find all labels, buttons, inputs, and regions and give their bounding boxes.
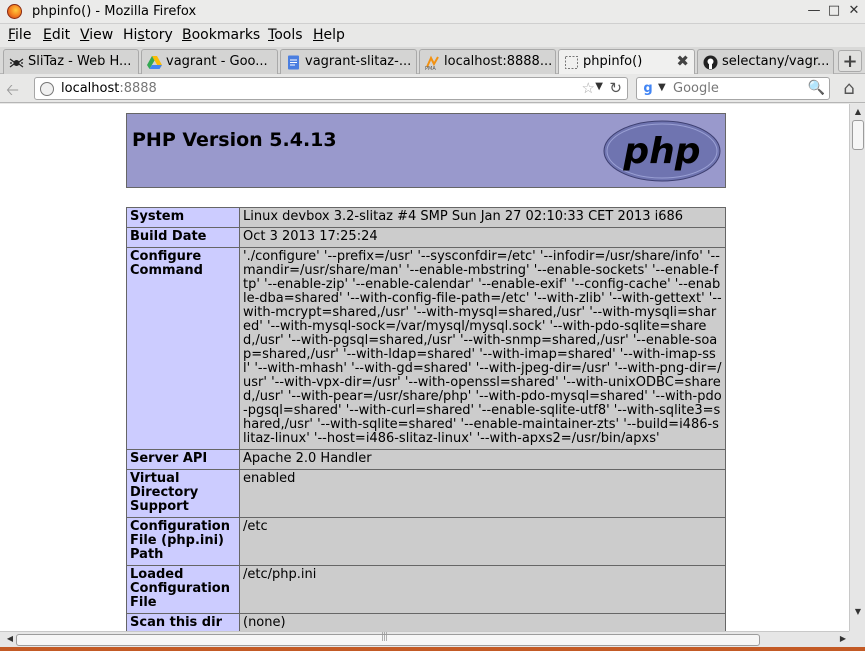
- php-logo-icon: php: [603, 120, 721, 182]
- tab-bar: SliTaz - Web H... vagrant - Goo... vagra…: [0, 47, 865, 75]
- scroll-corner: [849, 631, 865, 647]
- maximize-icon[interactable]: □: [826, 3, 842, 19]
- menu-edit[interactable]: Edit: [43, 27, 70, 43]
- page-title: PHP Version 5.4.13: [132, 129, 337, 151]
- spider-icon: [9, 58, 24, 68]
- table-row: Scan this dir (none): [126, 613, 726, 631]
- menu-file[interactable]: File: [8, 27, 31, 43]
- row-key: Virtual Directory Support: [126, 469, 240, 518]
- svg-text:php: php: [622, 131, 700, 172]
- search-engine-dropdown-icon[interactable]: ▼: [658, 82, 666, 93]
- document-icon: [288, 55, 299, 70]
- url-text[interactable]: localhost:8888: [61, 81, 157, 96]
- row-value: enabled: [239, 469, 726, 518]
- row-value: Oct 3 2013 17:25:24: [239, 227, 726, 248]
- tab-label: vagrant - Goo...: [166, 54, 268, 69]
- table-row: Loaded Configuration File/etc/php.ini: [126, 565, 726, 614]
- row-value: './configure' '--prefix=/usr' '--sysconf…: [239, 247, 726, 450]
- minimize-icon[interactable]: —: [806, 3, 822, 19]
- table-row: Server API Apache 2.0 Handler: [126, 449, 726, 470]
- menu-history[interactable]: History: [123, 27, 173, 43]
- tab-label: vagrant-slitaz-...: [305, 54, 412, 69]
- scrollbar-thumb[interactable]: [852, 120, 864, 150]
- table-row: Configuration File (php.ini) Path/etc: [126, 517, 726, 566]
- tab-google-drive[interactable]: vagrant - Goo...: [141, 49, 278, 74]
- bookmark-star-icon[interactable]: ☆: [582, 79, 595, 97]
- tab-github[interactable]: selectany/vagr...: [697, 49, 834, 74]
- window-title: phpinfo() - Mozilla Firefox: [32, 4, 197, 19]
- close-tab-icon[interactable]: ✖: [676, 52, 689, 70]
- row-key: Build Date: [126, 227, 240, 248]
- reload-icon[interactable]: ↻: [609, 79, 622, 97]
- svg-text:PMA: PMA: [425, 66, 436, 70]
- close-window-icon[interactable]: ✕: [846, 3, 862, 19]
- row-value: Linux devbox 3.2-slitaz #4 SMP Sun Jan 2…: [239, 207, 726, 228]
- row-value: (none): [239, 613, 726, 631]
- url-dropdown-icon[interactable]: ▼: [595, 81, 603, 92]
- title-bar: phpinfo() - Mozilla Firefox — □ ✕: [0, 0, 865, 24]
- tab-phpmyadmin[interactable]: PMA localhost:8888...: [419, 49, 556, 74]
- tab-label: localhost:8888...: [444, 54, 553, 69]
- globe-icon: [40, 82, 54, 96]
- firefox-window: phpinfo() - Mozilla Firefox — □ ✕ File E…: [0, 0, 865, 651]
- row-key: System: [126, 207, 240, 228]
- firefox-logo-icon: [7, 4, 22, 19]
- back-arrow-icon[interactable]: 🡠: [6, 79, 28, 99]
- search-input[interactable]: Google: [673, 81, 719, 96]
- scroll-up-icon[interactable]: ▲: [852, 107, 864, 119]
- row-key: Loaded Configuration File: [126, 565, 240, 614]
- menu-bookmarks[interactable]: Bookmarks: [182, 27, 260, 43]
- menu-bar: File Edit View History Bookmarks Tools H…: [0, 25, 865, 47]
- menu-view[interactable]: View: [80, 27, 113, 43]
- menu-help[interactable]: Help: [313, 27, 345, 43]
- phpmyadmin-icon: PMA: [425, 55, 439, 70]
- horizontal-scrollbar[interactable]: ◀ ▶: [0, 631, 849, 647]
- row-value: /etc: [239, 517, 726, 566]
- tab-label: phpinfo(): [583, 54, 643, 69]
- blank-page-icon: [565, 56, 578, 69]
- tab-label: selectany/vagr...: [722, 54, 830, 69]
- search-icon[interactable]: 🔍: [808, 80, 825, 96]
- table-row: Build Date Oct 3 2013 17:25:24: [126, 227, 726, 248]
- tab-label: SliTaz - Web H...: [28, 54, 132, 69]
- url-bar[interactable]: localhost:8888 ☆ ▼ ↻: [34, 77, 628, 100]
- new-tab-button[interactable]: +: [838, 50, 862, 72]
- php-info-table: System Linux devbox 3.2-slitaz #4 SMP Sun…: [126, 207, 726, 631]
- scrollbar-thumb[interactable]: [16, 632, 760, 646]
- menu-tools[interactable]: Tools: [268, 27, 303, 43]
- table-row: System Linux devbox 3.2-slitaz #4 SMP Sun…: [126, 207, 726, 228]
- scroll-down-icon[interactable]: ▼: [852, 607, 864, 619]
- navigation-bar: 🡠 localhost:8888 ☆ ▼ ↻ g ▼ Google 🔍 ⌂: [0, 74, 865, 103]
- page-content: PHP Version 5.4.13 php System Linux devbo…: [0, 104, 849, 631]
- status-strip: [0, 647, 865, 651]
- tab-phpinfo[interactable]: phpinfo() ✖: [558, 49, 695, 75]
- table-row: Configure Command './configure' '--prefix…: [126, 247, 726, 450]
- row-value: /etc/php.ini: [239, 565, 726, 614]
- tab-google-doc[interactable]: vagrant-slitaz-...: [280, 49, 417, 74]
- row-key: Scan this dir: [126, 613, 240, 631]
- row-key: Configuration File (php.ini) Path: [126, 517, 240, 566]
- github-icon: [703, 55, 718, 70]
- scroll-left-icon[interactable]: ◀: [4, 634, 16, 646]
- home-icon[interactable]: ⌂: [838, 78, 860, 99]
- row-key: Server API: [126, 449, 240, 470]
- tab-slitaz[interactable]: SliTaz - Web H...: [3, 49, 139, 74]
- vertical-scrollbar[interactable]: ▲ ▼: [849, 104, 865, 631]
- php-version-header: PHP Version 5.4.13 php: [126, 113, 726, 188]
- search-bar[interactable]: g ▼ Google 🔍: [636, 77, 830, 100]
- google-drive-icon: [147, 56, 162, 69]
- google-icon[interactable]: g: [640, 81, 656, 97]
- row-value: Apache 2.0 Handler: [239, 449, 726, 470]
- row-key: Configure Command: [126, 247, 240, 450]
- table-row: Virtual Directory Support enabled: [126, 469, 726, 518]
- scroll-right-icon[interactable]: ▶: [837, 634, 849, 646]
